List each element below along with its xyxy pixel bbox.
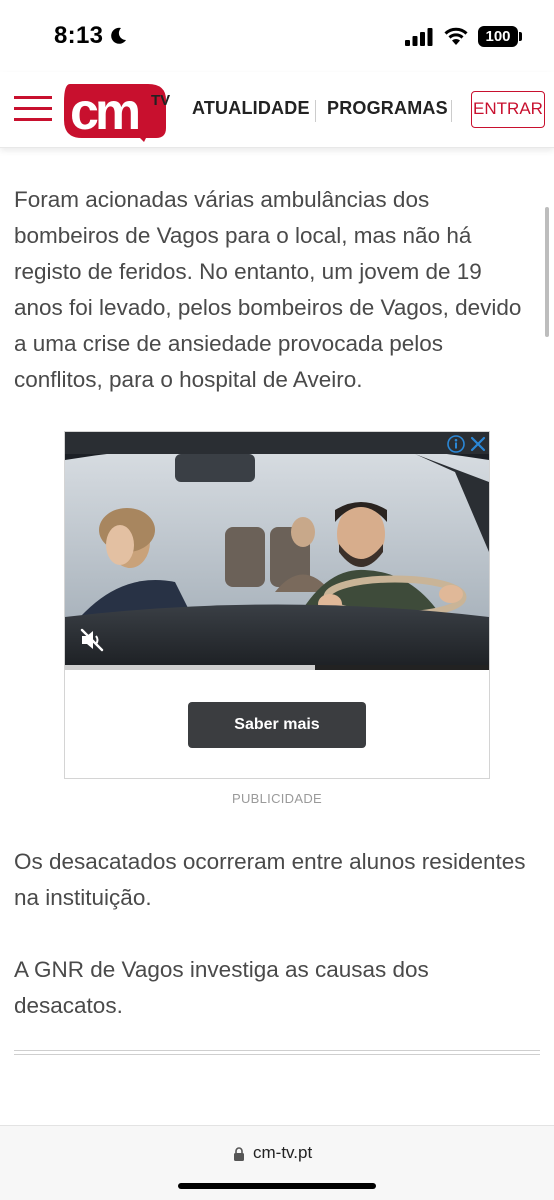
nav-separator xyxy=(315,100,316,122)
login-button[interactable]: ENTRAR xyxy=(471,91,545,128)
ad-container[interactable]: Saber mais xyxy=(64,431,490,779)
article-divider xyxy=(14,1050,540,1055)
cm-tv-logo[interactable]: cm TV xyxy=(62,80,174,142)
ad-video-progress xyxy=(65,665,316,670)
signal-icon xyxy=(405,28,433,46)
ad-video-car-scene[interactable] xyxy=(65,432,489,670)
ad-cta-button[interactable]: Saber mais xyxy=(188,702,366,748)
battery-tip xyxy=(519,32,522,41)
scrollbar-thumb[interactable] xyxy=(545,207,549,337)
logo-text: cm xyxy=(70,83,139,141)
lock-icon xyxy=(234,1147,244,1161)
wifi-icon xyxy=(444,27,468,45)
ad-info-icon[interactable] xyxy=(447,435,465,453)
site-header: cm TV ATUALIDADE PROGRAMAS ENTRAR xyxy=(0,72,554,148)
status-bar: 8:13 100 xyxy=(0,0,554,72)
moon-icon xyxy=(111,27,126,44)
article-paragraph: A GNR de Vagos investiga as causas dos d… xyxy=(14,957,429,1018)
mute-icon[interactable] xyxy=(79,627,105,653)
article-paragraph: Foram acionadas várias ambulâncias dos b… xyxy=(14,187,522,392)
browser-url[interactable]: cm-tv.pt xyxy=(253,1143,312,1163)
logo-suffix: TV xyxy=(151,92,170,109)
battery-icon: 100 xyxy=(478,26,518,47)
nav-programas[interactable]: PROGRAMAS xyxy=(327,98,448,119)
home-indicator xyxy=(178,1183,376,1189)
browser-address-bar[interactable]: cm-tv.pt xyxy=(0,1125,554,1200)
status-time: 8:13 xyxy=(54,22,104,49)
hamburger-menu-icon[interactable] xyxy=(14,96,52,122)
ad-label: PUBLICIDADE xyxy=(232,791,322,806)
nav-separator xyxy=(451,100,452,122)
nav-atualidade[interactable]: ATUALIDADE xyxy=(192,98,310,119)
article-paragraph: Os desacatados ocorreram entre alunos re… xyxy=(14,849,526,910)
ad-close-icon[interactable] xyxy=(469,435,487,453)
